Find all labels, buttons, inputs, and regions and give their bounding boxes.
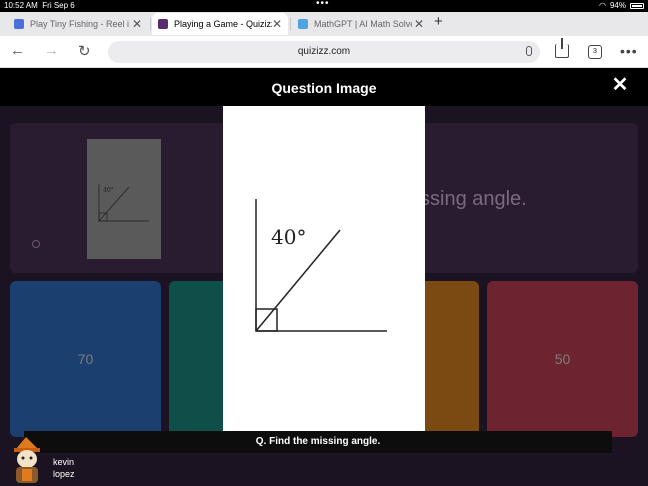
close-icon[interactable]: ✕ [611, 75, 629, 95]
address-bar[interactable]: quizizz.com [108, 41, 540, 63]
zoom-in-icon[interactable] [32, 240, 40, 248]
reload-icon[interactable]: ↻ [78, 42, 91, 60]
modal-header: Question Image ✕ [0, 68, 648, 106]
battery-icon [630, 2, 644, 9]
tab-tiny-fishing[interactable]: Play Tiny Fishing - Reel i ✕ [8, 13, 148, 35]
angle-diagram [255, 199, 387, 332]
tab-strip: Play Tiny Fishing - Reel i ✕ Playing a G… [0, 12, 648, 36]
background-question-text: ssing angle. [420, 188, 527, 210]
quizizz-favicon-icon [158, 19, 168, 29]
url-text: quizizz.com [297, 46, 351, 57]
thumbnail-angle-diagram [98, 184, 149, 222]
status-indicators: ◠ 94% [599, 1, 644, 10]
tab-mathgpt[interactable]: MathGPT | AI Math Solve ✕ [292, 13, 430, 35]
question-thumbnail[interactable]: 40° [87, 139, 161, 259]
tab-title: MathGPT | AI Math Solve [314, 19, 412, 29]
status-bar: 10:52 AM Fri Sep 6 ••• ◠ 94% [0, 0, 648, 12]
player-last-name: lopez [53, 469, 75, 479]
player-avatar [14, 437, 40, 483]
status-time: 10:52 AM Fri Sep 6 [4, 1, 75, 10]
forward-arrow-icon[interactable]: → [44, 42, 59, 59]
close-tab-icon[interactable]: ✕ [132, 17, 142, 31]
quizizz-page: 40° ssing angle. 70 50 Question Image ✕ … [0, 68, 648, 486]
question-image: 40° [223, 106, 425, 431]
new-tab-plus-icon[interactable]: + [434, 13, 443, 30]
player-name: kevin lopez [53, 456, 75, 480]
question-text: Q. Find the missing angle. [24, 431, 612, 453]
back-arrow-icon[interactable]: ← [10, 42, 25, 59]
answer-option-4[interactable]: 50 [487, 281, 638, 437]
share-icon[interactable] [555, 38, 569, 58]
answer-option-2[interactable] [169, 281, 229, 437]
microphone-icon[interactable] [526, 46, 532, 56]
close-tab-icon[interactable]: ✕ [272, 17, 282, 31]
angle-label: 40° [271, 225, 307, 249]
browser-toolbar: ← → ↻ quizizz.com 3 ••• [0, 36, 648, 68]
answer-option-1[interactable]: 70 [10, 281, 161, 437]
battery-percent: 94% [609, 1, 626, 10]
wifi-icon: ◠ [599, 1, 606, 10]
tab-title: Play Tiny Fishing - Reel i [30, 19, 130, 29]
answer-option-3[interactable] [420, 281, 479, 437]
more-options-icon[interactable]: ••• [620, 43, 638, 59]
modal-title: Question Image [271, 80, 377, 96]
multitasking-dots[interactable]: ••• [316, 0, 330, 9]
thumbnail-angle-label: 40° [103, 187, 114, 194]
tiny-fishing-favicon-icon [14, 19, 24, 29]
player-first-name: kevin [53, 457, 75, 467]
mathgpt-favicon-icon [298, 19, 308, 29]
tab-title: Playing a Game - Quizizz [174, 19, 272, 29]
close-tab-icon[interactable]: ✕ [414, 17, 424, 31]
tab-switcher-button[interactable]: 3 [588, 45, 602, 59]
tab-quizizz[interactable]: Playing a Game - Quizizz ✕ [152, 13, 288, 35]
